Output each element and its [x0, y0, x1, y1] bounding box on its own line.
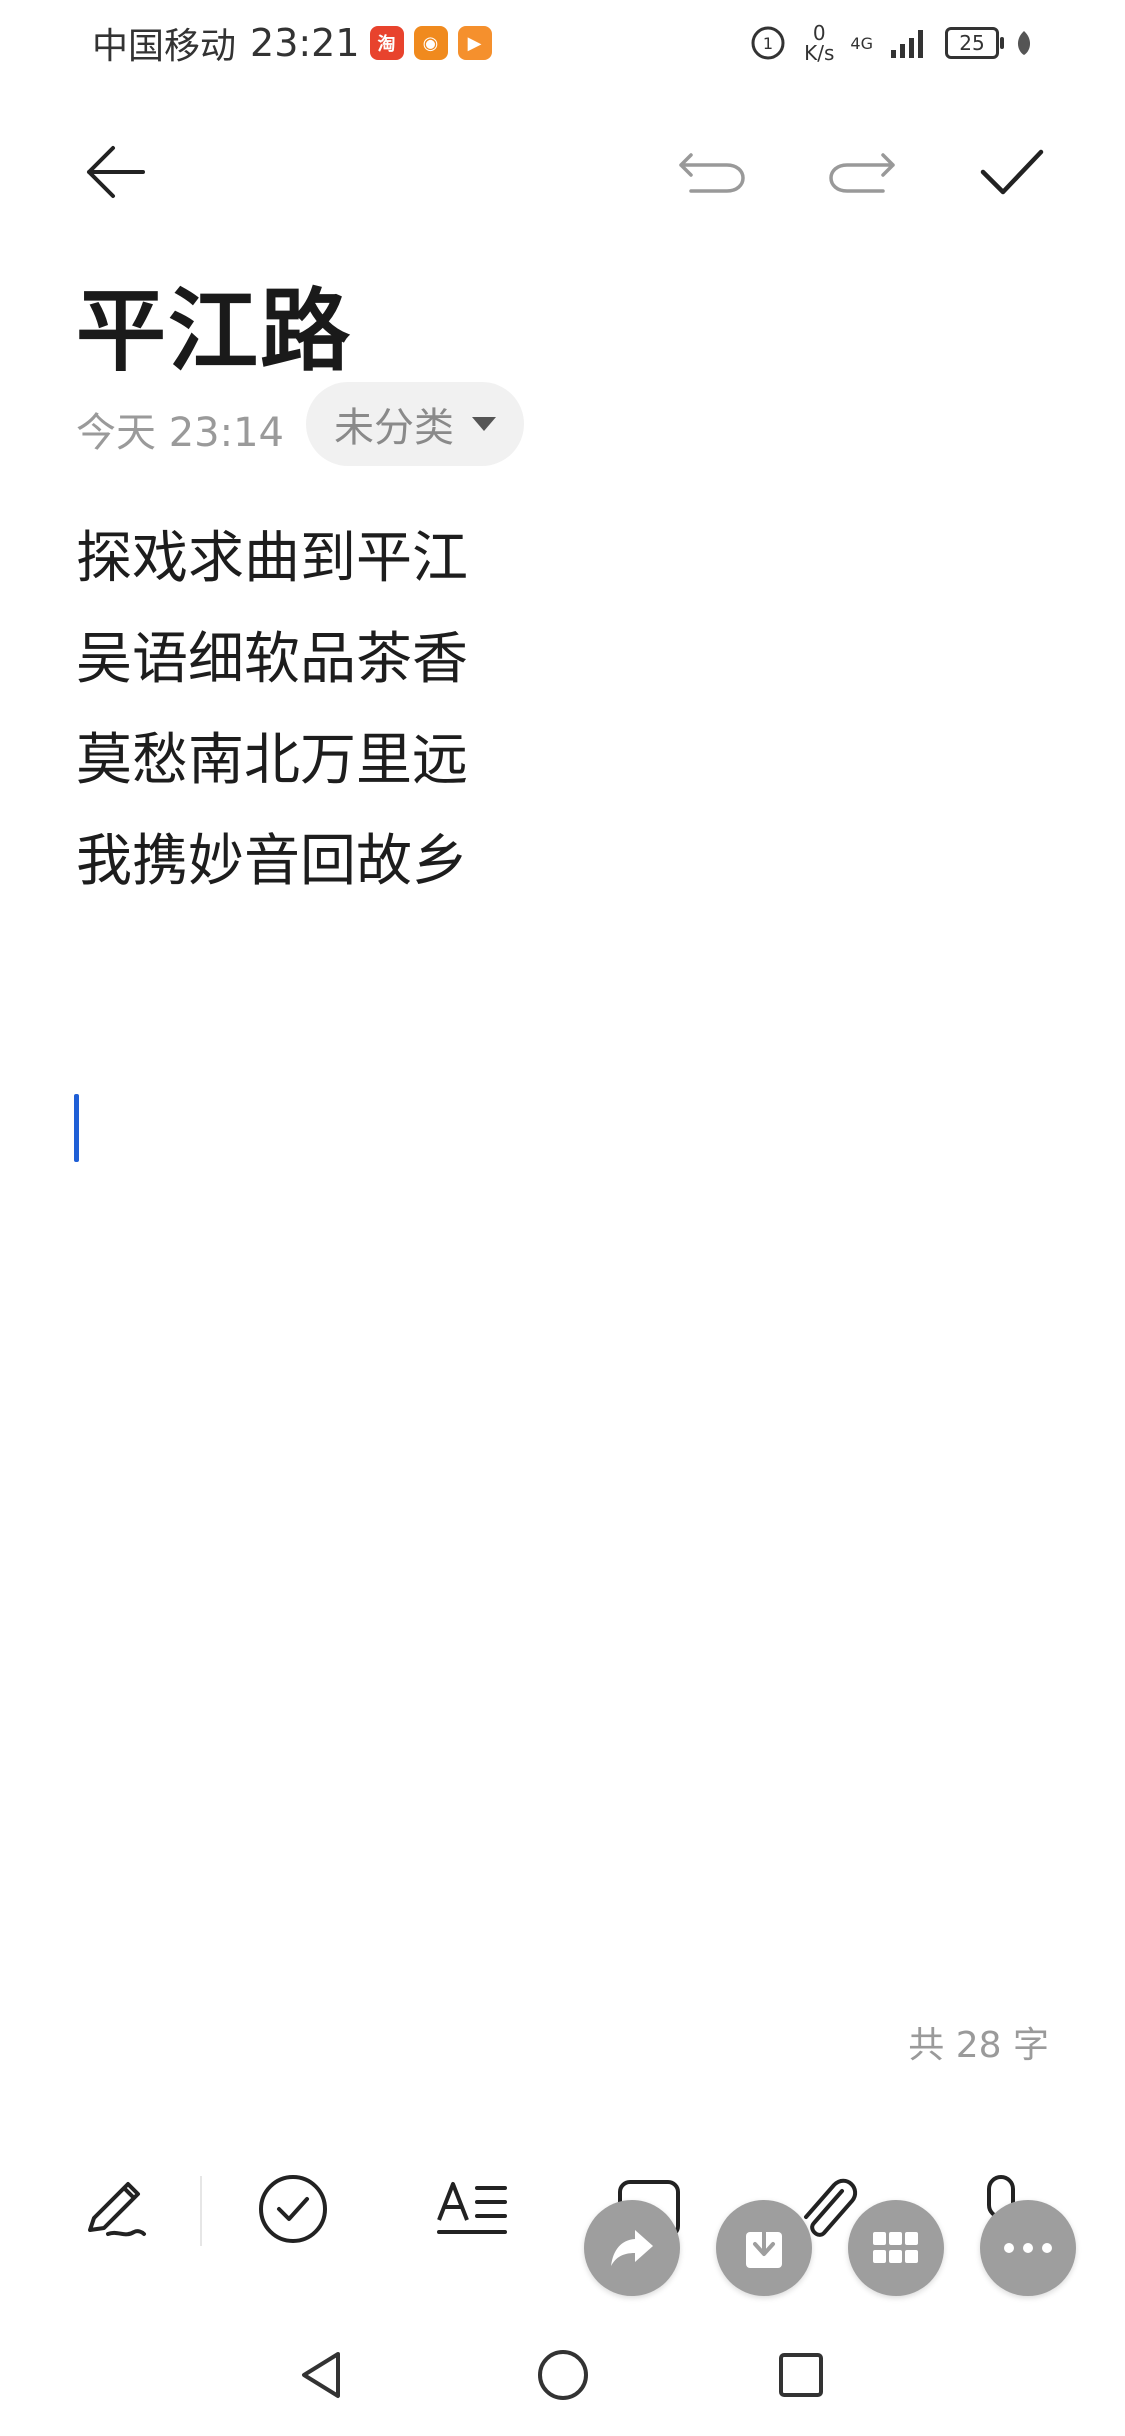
network-speed: 0 K/s [804, 21, 835, 65]
status-bar-right: 1 0 K/s 4G 25 [748, 18, 1033, 68]
grid-icon [873, 2232, 918, 2263]
checkmark-icon [980, 149, 1044, 195]
share-icon [611, 2230, 653, 2266]
signal-icon [891, 30, 923, 58]
circle-home-icon [538, 2350, 588, 2400]
carrier-name: 中国移动 [92, 26, 237, 67]
hd-call-icon: 1 [751, 26, 785, 60]
toolbar-divider [200, 2176, 202, 2246]
note-title[interactable]: 平江路 [76, 258, 352, 388]
nav-home-button[interactable] [518, 2330, 608, 2420]
video-notification-icon: ▶ [457, 26, 492, 60]
power-saving-leaf-icon [1017, 31, 1031, 55]
status-bar-left: 中国移动 23:21 淘 ◉ ▶ [92, 18, 492, 68]
redo-button[interactable] [814, 124, 910, 220]
note-date: 今天 23:14 [76, 410, 284, 456]
checklist-button[interactable] [248, 2164, 338, 2254]
checklist-icon [259, 2175, 327, 2243]
note-line: 我携妙音回故乡 [76, 829, 468, 894]
save-button[interactable] [716, 2200, 812, 2296]
text-style-button[interactable] [428, 2164, 518, 2254]
nav-back-button[interactable] [276, 2330, 366, 2420]
taobao-notification-icon: 淘 [369, 26, 404, 60]
word-count: 共 28 字 [908, 2025, 1049, 2066]
category-label: 未分类 [334, 405, 454, 451]
share-button[interactable] [584, 2200, 680, 2296]
save-icon [746, 2224, 782, 2268]
grid-button[interactable] [848, 2200, 944, 2296]
more-icon [1004, 2243, 1052, 2253]
note-line: 吴语细软品茶香 [76, 627, 468, 692]
back-button[interactable] [66, 124, 162, 220]
handwriting-icon [88, 2182, 146, 2237]
more-button[interactable] [980, 2200, 1076, 2296]
square-recents-icon [779, 2353, 823, 2397]
note-body[interactable]: 探戏求曲到平江 吴语细软品茶香 莫愁南北万里远 我携妙音回故乡 [76, 508, 468, 912]
undo-icon [679, 153, 745, 193]
arrow-left-icon [87, 146, 145, 198]
status-time: 23:21 [250, 21, 360, 65]
done-button[interactable] [964, 124, 1060, 220]
note-line: 探戏求曲到平江 [76, 526, 468, 591]
text-cursor [74, 1094, 79, 1162]
svg-text:1: 1 [763, 34, 773, 53]
redo-icon [829, 153, 895, 193]
app-notification-icon: ◉ [413, 26, 448, 60]
note-line: 莫愁南北万里远 [76, 728, 468, 793]
battery-icon: 25 [945, 27, 1004, 59]
category-dropdown[interactable]: 未分类 [306, 382, 524, 466]
network-type: 4G [850, 33, 873, 53]
handwriting-button[interactable] [70, 2164, 160, 2254]
chevron-down-icon [472, 417, 496, 431]
triangle-back-icon [302, 2352, 340, 2398]
undo-button[interactable] [664, 124, 760, 220]
text-style-icon [437, 2182, 507, 2234]
nav-recents-button[interactable] [756, 2330, 846, 2420]
